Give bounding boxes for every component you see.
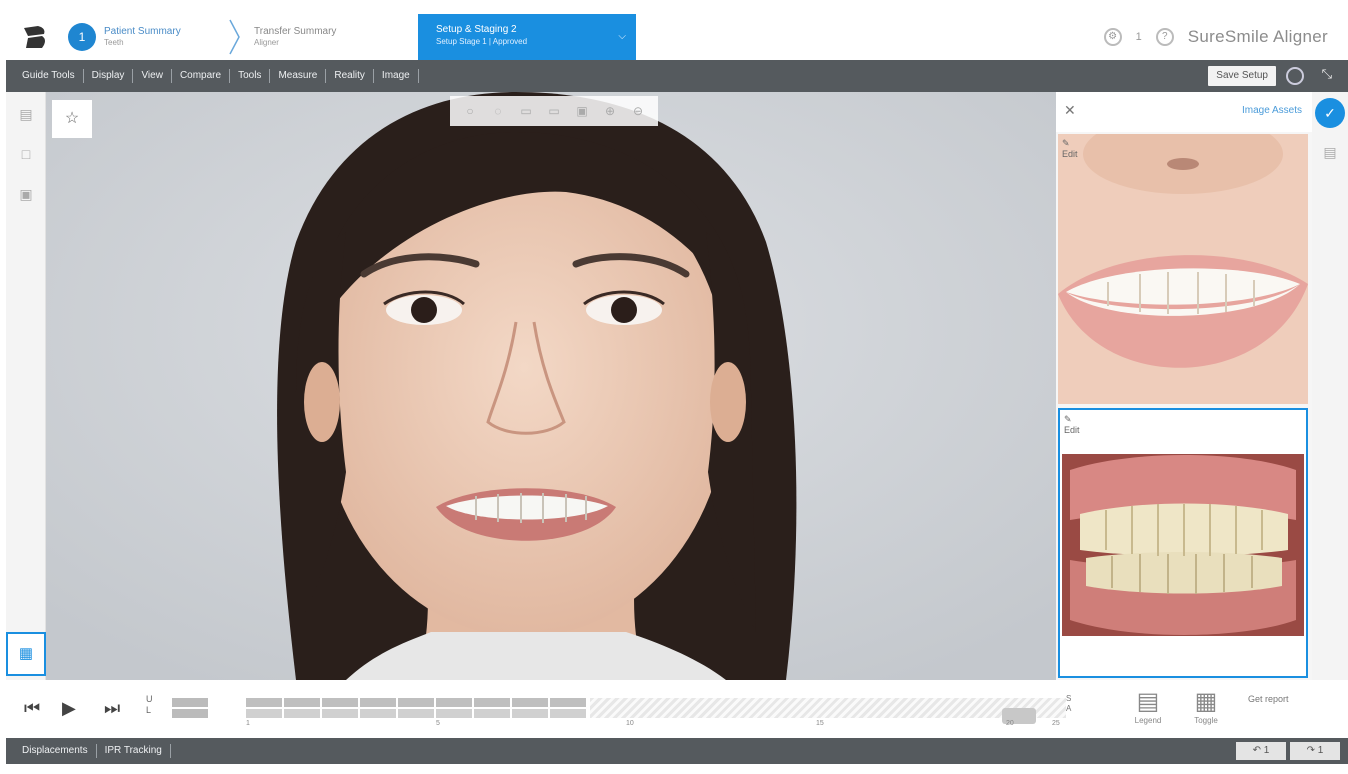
menu-view[interactable]: View <box>133 69 172 83</box>
tick-label: 20 <box>1006 720 1014 727</box>
save-setup-button[interactable]: Save Setup <box>1208 66 1276 86</box>
breadcrumb-subtitle: Teeth <box>104 38 124 47</box>
tab-ipr-tracking[interactable]: IPR Tracking <box>97 744 171 758</box>
stage-zero-block[interactable] <box>172 698 208 718</box>
zoom-in-icon[interactable]: ⊕ <box>601 103 619 119</box>
menu-display[interactable]: Display <box>84 69 134 83</box>
breadcrumb-title: Patient Summary <box>104 26 181 37</box>
toggle-grid-icon: ▦ <box>1194 688 1218 715</box>
smile-closeup-image <box>1058 114 1308 404</box>
view-right-icon[interactable]: ▭ <box>545 103 563 119</box>
zoom-out-icon[interactable]: ⊖ <box>629 103 647 119</box>
view-top-icon[interactable]: ▣ <box>573 103 591 119</box>
header-right: ⚙ 1 ? SureSmile Aligner <box>1103 14 1328 60</box>
image-assets-toggle-icon[interactable]: ✓ <box>1315 98 1345 128</box>
document-icon[interactable]: □ <box>16 144 36 164</box>
timeline-end-labels: S A <box>1066 694 1071 714</box>
staging-timeline: ⏮ ▶ ⏭ U L 1 5 10 15 20 25 S A ▤ Legend ▦… <box>6 680 1348 738</box>
favorite-star-icon[interactable]: ☆ <box>52 100 92 138</box>
layers-icon[interactable]: ▦ <box>6 632 46 676</box>
image-assets-panel: ✕ Image Assets ✎ Edit ✎ Edit <box>1056 92 1312 680</box>
intraoral-thumbnail[interactable]: ✎ Edit <box>1058 408 1308 678</box>
smile-closeup-thumbnail[interactable]: ✎ Edit <box>1058 114 1308 404</box>
tree-view-icon[interactable]: ▤ <box>16 104 36 124</box>
chevron-down-icon[interactable]: ⌵ <box>618 31 626 42</box>
close-icon[interactable]: ✕ <box>1064 102 1076 119</box>
intraoral-image <box>1060 410 1306 676</box>
menu-reality[interactable]: Reality <box>326 69 374 83</box>
left-sidebar: ▤ □ ▣ ▦ <box>6 92 46 680</box>
breadcrumb-patient-summary[interactable]: 1 Patient Summary Teeth <box>68 14 228 60</box>
app-logo-icon <box>24 26 45 48</box>
get-report-link[interactable]: Get report <box>1248 694 1289 704</box>
tick-label: 25 <box>1052 720 1060 727</box>
notes-icon[interactable]: ▤ <box>1320 144 1340 164</box>
tick-label: 10 <box>626 720 634 727</box>
thumbnail-edit-tool[interactable]: ✎ Edit <box>1062 138 1078 160</box>
menu-image[interactable]: Image <box>374 69 419 83</box>
main-viewer[interactable]: ☆ ○ ◌ ▭ ▭ ▣ ⊕ ⊖ <box>46 92 1056 680</box>
expand-icon[interactable]: ⤡ <box>1322 66 1332 82</box>
view-left-icon[interactable]: ▭ <box>517 103 535 119</box>
help-icon[interactable]: ? <box>1155 28 1174 46</box>
clipboard-icon[interactable]: ▣ <box>16 184 36 204</box>
right-sidebar: ✓ ▤ <box>1312 92 1348 680</box>
tick-label: 5 <box>436 720 440 727</box>
tick-label: 1 <box>246 720 250 727</box>
menu-tools[interactable]: Tools <box>230 69 271 83</box>
toggle-label: Toggle <box>1194 716 1218 725</box>
app-window: 1 Patient Summary Teeth Transfer Summary… <box>0 0 1348 774</box>
arch-labels: U L <box>146 694 153 716</box>
play-icon[interactable]: ▶ <box>62 698 76 719</box>
skip-forward-icon[interactable]: ⏭ <box>104 698 120 719</box>
menu-bar: Guide Tools Display View Compare Tools M… <box>6 60 1348 92</box>
image-panel-header: ✕ Image Assets <box>1056 92 1312 132</box>
skip-back-icon[interactable]: ⏮ <box>24 698 40 719</box>
thumbnail-edit-tool[interactable]: ✎ Edit <box>1064 414 1080 436</box>
view-front-icon[interactable]: ○ <box>461 103 479 119</box>
menu-guide-tools[interactable]: Guide Tools <box>14 69 84 83</box>
breadcrumb-title: Setup & Staging 2 <box>436 24 517 35</box>
timeline-track[interactable] <box>246 698 1066 724</box>
upper-arch-label: U <box>146 694 153 704</box>
legend-button[interactable]: ▤ Legend <box>1126 688 1170 725</box>
patient-avatar: 1 <box>68 23 96 51</box>
breadcrumb-subtitle: Aligner <box>254 38 279 47</box>
view-back-icon[interactable]: ◌ <box>489 103 507 119</box>
end-label-lower: A <box>1066 704 1072 713</box>
breadcrumb-transfer-summary[interactable]: Transfer Summary Aligner <box>228 14 420 60</box>
end-label-upper: S <box>1066 694 1072 703</box>
redo-button[interactable]: ↷ 1 <box>1290 742 1340 760</box>
undo-button[interactable]: ↶ 1 <box>1236 742 1286 760</box>
tick-label: 15 <box>816 720 824 727</box>
app-name: SureSmile Aligner <box>1187 27 1328 46</box>
breadcrumb-subtitle: Setup Stage 1 | Approved <box>436 37 528 46</box>
breadcrumb-title: Transfer Summary <box>254 26 337 37</box>
view-orientation-toolbar: ○ ◌ ▭ ▭ ▣ ⊕ ⊖ <box>450 96 658 126</box>
breadcrumb-setup-staging[interactable]: Setup & Staging 2 Setup Stage 1 | Approv… <box>418 14 636 60</box>
toggle-button[interactable]: ▦ Toggle <box>1184 688 1228 725</box>
image-assets-link[interactable]: Image Assets <box>1242 105 1302 116</box>
menu-compare[interactable]: Compare <box>172 69 231 83</box>
gear-icon[interactable] <box>1286 67 1304 85</box>
notification-count: 1 <box>1135 31 1142 43</box>
legend-label: Legend <box>1134 716 1162 725</box>
settings-icon[interactable]: ⚙ <box>1103 28 1122 46</box>
patient-face-photo <box>46 92 1056 680</box>
header: 1 Patient Summary Teeth Transfer Summary… <box>6 14 1348 60</box>
menu-measure[interactable]: Measure <box>270 69 327 83</box>
tab-displacements[interactable]: Displacements <box>14 744 97 758</box>
lower-arch-label: L <box>146 705 152 715</box>
legend-icon: ▤ <box>1136 688 1160 715</box>
bottom-bar: Displacements IPR Tracking ↶ 1 ↷ 1 <box>6 738 1348 764</box>
